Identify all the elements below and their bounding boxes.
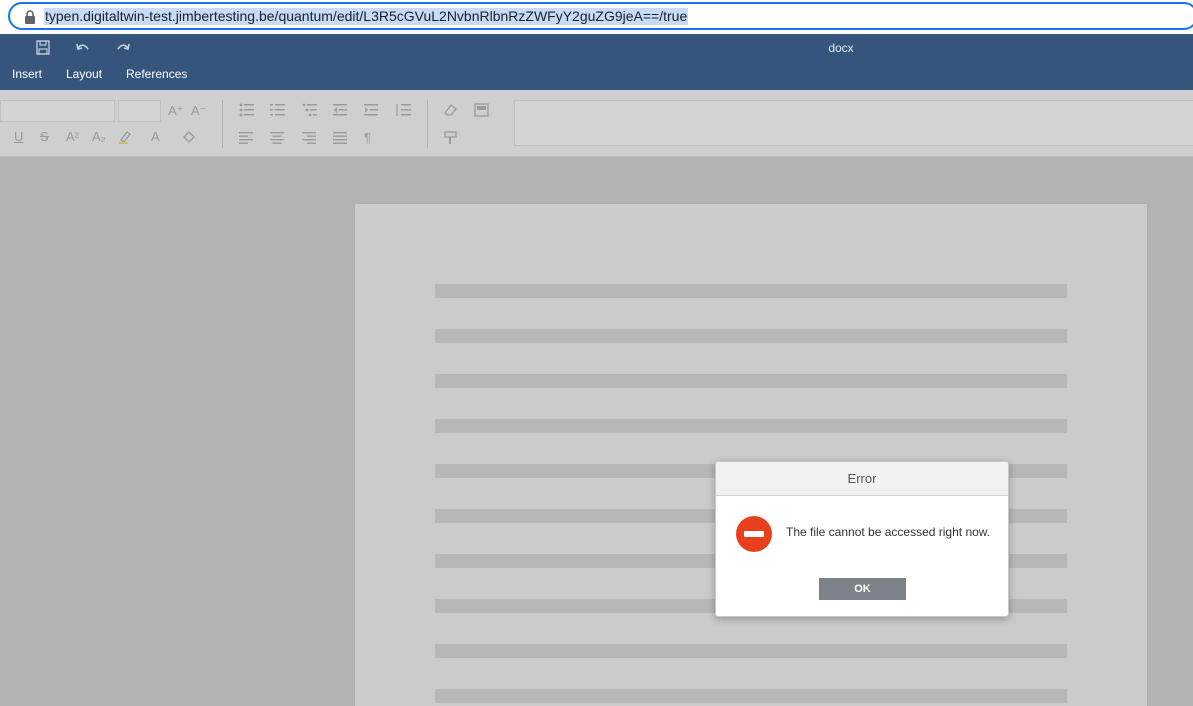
superscript-icon[interactable]: A² — [66, 130, 79, 144]
multilevel-list-icon[interactable] — [302, 103, 318, 117]
shading-icon[interactable] — [181, 129, 197, 145]
bullet-list-icon[interactable] — [239, 103, 255, 117]
text-placeholder-line — [435, 644, 1067, 658]
increase-indent-icon[interactable] — [364, 103, 378, 117]
dialog-title: Error — [716, 462, 1008, 496]
font-family-select[interactable] — [0, 100, 115, 122]
ok-button[interactable]: OK — [819, 578, 906, 600]
align-center-icon[interactable] — [270, 132, 284, 144]
align-left-icon[interactable] — [239, 132, 253, 144]
format-painter-icon[interactable] — [444, 131, 458, 145]
browser-address-bar: typen.digitaltwin-test.jimbertesting.be/… — [0, 0, 1193, 34]
error-dialog: Error The file cannot be accessed right … — [715, 461, 1009, 617]
error-icon — [736, 516, 772, 552]
grow-font-icon[interactable]: A⁺ — [168, 104, 184, 118]
justify-icon[interactable] — [333, 132, 347, 144]
document-title: docx — [828, 41, 854, 55]
toolbar-separator — [222, 100, 223, 148]
styles-icon[interactable] — [474, 103, 490, 117]
strikethrough-icon[interactable]: S — [40, 130, 49, 144]
decrease-indent-icon[interactable] — [333, 103, 347, 117]
formatting-toolbar: A⁺ A⁻ U S A² A₂ A ¶ — [0, 90, 1193, 157]
clear-formatting-icon[interactable] — [442, 103, 458, 117]
underline-icon[interactable]: U — [14, 130, 23, 144]
highlight-icon[interactable] — [117, 129, 133, 145]
styles-gallery[interactable] — [514, 100, 1193, 146]
font-color-icon[interactable]: A — [151, 130, 160, 144]
shrink-font-icon[interactable]: A⁻ — [191, 104, 207, 118]
url-text: typen.digitaltwin-test.jimbertesting.be/… — [44, 8, 689, 25]
text-placeholder-line — [435, 689, 1067, 703]
tab-references[interactable]: References — [126, 67, 187, 81]
lock-icon — [25, 10, 35, 24]
paragraph-marks-icon[interactable]: ¶ — [364, 131, 371, 145]
text-placeholder-line — [435, 374, 1067, 388]
tab-layout[interactable]: Layout — [66, 67, 102, 81]
subscript-icon[interactable]: A₂ — [92, 130, 106, 144]
tab-insert[interactable]: Insert — [12, 67, 42, 81]
numbered-list-icon[interactable] — [270, 103, 286, 117]
document-page — [354, 203, 1148, 706]
line-spacing-icon[interactable] — [395, 103, 411, 117]
dialog-message: The file cannot be accessed right now. — [786, 525, 991, 539]
app-header: docx Insert Layout References — [0, 34, 1193, 90]
align-right-icon[interactable] — [302, 132, 316, 144]
toolbar-separator — [427, 100, 428, 148]
text-placeholder-line — [435, 329, 1067, 343]
text-placeholder-line — [435, 419, 1067, 433]
font-size-select[interactable] — [118, 100, 161, 122]
url-field[interactable]: typen.digitaltwin-test.jimbertesting.be/… — [8, 2, 1193, 30]
text-placeholder-line — [435, 284, 1067, 298]
